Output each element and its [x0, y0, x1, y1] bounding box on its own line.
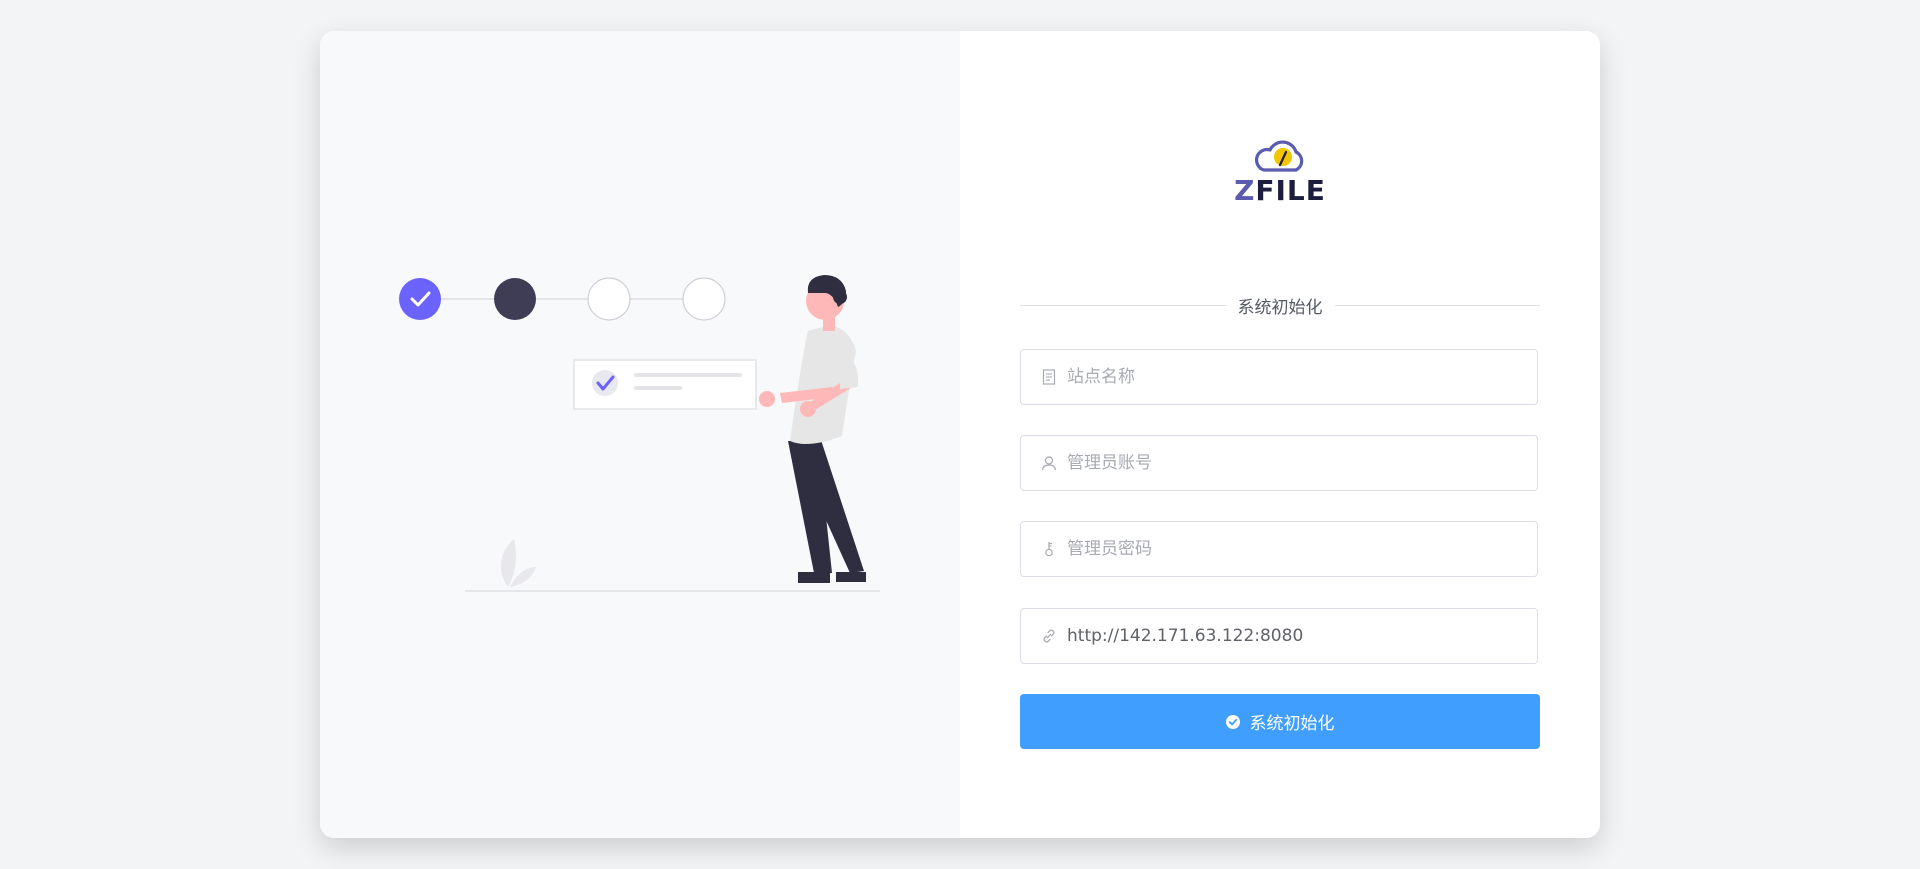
admin-username-input[interactable] — [1067, 436, 1537, 490]
step-2-current-icon — [494, 278, 536, 320]
key-icon — [1041, 541, 1057, 557]
cloud-icon — [1254, 140, 1304, 172]
circle-check-icon — [1225, 714, 1240, 729]
user-icon — [1041, 455, 1057, 471]
progress-illustration — [399, 275, 880, 592]
site-name-input[interactable] — [1067, 350, 1537, 404]
init-submit-button[interactable]: 系统初始化 — [1020, 694, 1540, 749]
init-form-panel: ZFILE 系统初始化 站点名称 管理员账号 http://142.171.63… — [960, 31, 1600, 838]
step-1-done-icon — [399, 278, 441, 320]
person-icon — [759, 275, 866, 583]
admin-password-field[interactable] — [1020, 521, 1538, 577]
link-icon — [1041, 628, 1057, 644]
brand-name: ZFILE — [960, 174, 1600, 207]
brand-prefix: Z — [1234, 174, 1256, 207]
step-3-icon — [587, 277, 631, 321]
form-title-divider: 系统初始化 — [1020, 293, 1540, 318]
submit-label: 系统初始化 — [1249, 714, 1335, 734]
divider-line-left — [1020, 305, 1226, 306]
domain-input[interactable] — [1067, 609, 1537, 663]
divider-line-right — [1334, 305, 1540, 306]
task-card-icon — [573, 359, 757, 410]
plant-icon — [500, 539, 536, 587]
domain-field[interactable] — [1020, 608, 1538, 664]
site-name-field[interactable] — [1020, 349, 1538, 405]
admin-username-field[interactable] — [1020, 435, 1538, 491]
form-title: 系统初始化 — [1237, 298, 1323, 318]
zfile-logo: ZFILE — [960, 136, 1600, 207]
admin-password-input[interactable] — [1067, 522, 1537, 576]
step-4-icon — [682, 277, 726, 321]
init-card: ZFILE 系统初始化 站点名称 管理员账号 http://142.171.63… — [320, 31, 1600, 838]
illustration-panel — [320, 31, 960, 838]
brand-rest: FILE — [1255, 174, 1326, 207]
document-icon — [1041, 369, 1057, 385]
